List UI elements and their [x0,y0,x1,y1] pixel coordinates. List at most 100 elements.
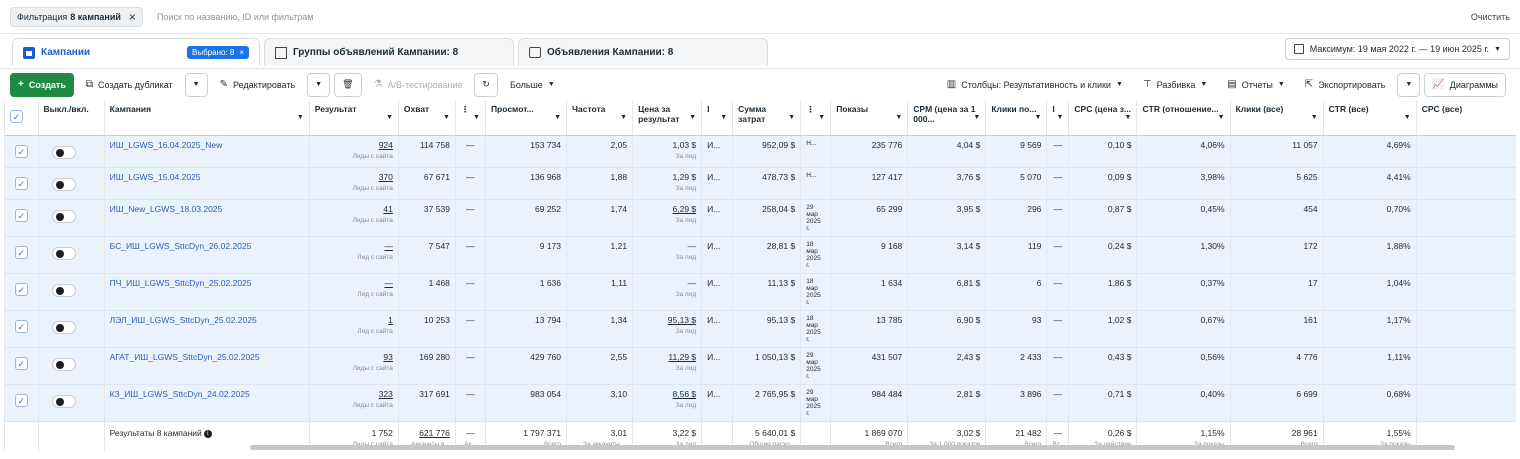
campaign-toggle[interactable] [51,395,76,409]
col-clicks[interactable]: Клики по... ▼ [985,101,1048,136]
col-spend-label: Сумма затрат [738,104,767,124]
campaign-name-link[interactable]: ИШ_New_LGWS_18.03.2025 [110,204,223,214]
ab-test-button[interactable]: ⚗ A/B-тестирование [365,72,471,97]
col-reach[interactable]: Охват ▼ [398,101,456,136]
selected-badge[interactable]: Выбрано: 8 × [187,46,249,59]
table-row[interactable]: ✓ ЛЭЛ_ИШ_LGWS_SttcDyn_25.02.2025 1 Лид с … [5,310,1516,348]
campaign-toggle[interactable] [51,358,76,372]
result-value[interactable]: 924 [379,140,393,150]
result-value[interactable]: 370 [379,172,393,182]
breakdown-button[interactable]: ⊤ Разбивка ▼ [1134,72,1216,97]
result-value[interactable]: 1 [388,315,393,325]
table-row[interactable]: ✓ ИШ_LGWS_15.04.2025 370 Лиды с сайта 67 … [5,167,1516,200]
edit-dropdown[interactable]: ▼ [307,72,331,97]
cpc-cell: 0,10 $ [1068,135,1138,168]
table-row[interactable]: ✓ КЗ_ИШ_LGWS_SttcDyn_24.02.2025 323 Лиды … [5,384,1516,422]
col-cpc-all[interactable]: CPC (все) [1416,101,1516,136]
campaign-name-link[interactable]: ЛЭЛ_ИШ_LGWS_SttcDyn_25.02.2025 [110,315,257,325]
row-checkbox[interactable]: ✓ [14,144,28,158]
summary-value[interactable]: 621 776 [419,428,450,438]
result-value[interactable]: 41 [383,204,392,214]
cpr-subtext: За лид [675,217,697,225]
close-icon[interactable]: × [239,48,244,57]
col-cpc[interactable]: CPC (цена з... ▼ [1068,101,1138,136]
col-toggle[interactable]: Выкл./вкл. [38,101,105,136]
tab-adsets[interactable]: Группы объявлений Кампании: 8 [264,38,514,66]
table-row[interactable]: ✓ БС_ИШ_LGWS_SttcDyn_26.02.2025 — Лид с с… [5,236,1516,274]
col-frequency[interactable]: Частота ▼ [566,101,634,136]
campaign-toggle[interactable] [51,210,76,224]
result-cell: 323 Лиды с сайта [309,384,399,422]
campaign-name-link[interactable]: БС_ИШ_LGWS_SttcDyn_26.02.2025 [110,241,252,251]
collapsed-cell: И... [701,384,734,422]
campaign-toggle[interactable] [51,177,76,191]
close-icon[interactable]: × [129,10,136,24]
result-value[interactable]: — [384,278,393,288]
filter-chip[interactable]: Фильтрация 8 кампаний × [10,6,143,27]
refresh-button[interactable]: ↻ [474,72,498,97]
row-checkbox[interactable]: ✓ [14,320,28,334]
edit-button[interactable]: ✎ Редактировать [211,72,304,97]
export-dropdown[interactable]: ▼ [1397,72,1421,97]
table-row[interactable]: ✓ ИШ_LGWS_16.04.2025_New 924 Лиды с сайта… [5,135,1516,168]
campaign-toggle[interactable] [51,247,76,261]
duplicate-button[interactable]: ⧉ Создать дубликат [77,72,181,97]
col-collapsed-2[interactable]: I ▼ [701,101,734,136]
table-row[interactable]: ✓ АГАТ_ИШ_LGWS_SttcDyn_25.02.2025 93 Лиды… [5,347,1516,385]
tab-ads[interactable]: Объявления Кампании: 8 [518,38,768,66]
tab-campaigns[interactable]: Кампании Выбрано: 8 × [12,38,260,66]
result-value[interactable]: — [384,241,393,251]
filter-chip-prefix: Фильтрация [17,11,68,22]
col-spend[interactable]: Сумма затрат ▼ [732,101,802,136]
table-row[interactable]: ✓ ПЧ_ИШ_LGWS_SttcDyn_25.02.2025 — Лид с с… [5,273,1516,311]
ctr-cell: 0,37% [1136,273,1231,311]
row-checkbox[interactable]: ✓ [14,209,28,223]
clear-filters-button[interactable]: Очистить [1471,12,1510,22]
collapsed-cell: — [455,310,486,348]
info-icon[interactable]: i [203,430,212,439]
duplicate-dropdown[interactable]: ▼ [184,72,208,97]
campaign-toggle[interactable] [51,321,76,335]
row-checkbox[interactable]: ✓ [14,394,28,408]
row-checkbox[interactable]: ✓ [14,246,28,260]
campaign-toggle[interactable] [51,284,76,298]
col-views[interactable]: Просмот... ▼ [485,101,568,136]
table-row[interactable]: ✓ ИШ_New_LGWS_18.03.2025 41 Лиды с сайта … [5,199,1516,237]
campaign-name-link[interactable]: ПЧ_ИШ_LGWS_SttcDyn_25.02.2025 [110,278,252,288]
select-all-checkbox[interactable]: ✓ [10,110,23,123]
col-impressions[interactable]: Показы ▼ [830,101,909,136]
col-cost-per-result[interactable]: Цена за результат ▼ [632,101,703,136]
delete-button[interactable]: 🗑 [334,72,362,97]
date-range-picker[interactable]: Максимум: 19 мая 2022 г. — 19 июн 2025 г… [1284,38,1510,60]
campaign-name-link[interactable]: АГАТ_ИШ_LGWS_SttcDyn_25.02.2025 [110,352,260,362]
campaign-name-link[interactable]: ИШ_LGWS_16.04.2025_New [110,140,223,150]
end-date-cell: 18 мар 2025 г. [800,236,832,274]
row-checkbox[interactable]: ✓ [14,283,28,297]
result-value[interactable]: 93 [383,352,392,362]
col-campaign[interactable]: Кампания ▼ [104,101,310,136]
result-value[interactable]: 323 [379,389,393,399]
search-input[interactable] [156,11,557,22]
more-button[interactable]: Больше ▼ [501,72,563,97]
col-cpm[interactable]: CPM (цена за 1 000... ▼ [907,101,987,136]
col-collapsed-4[interactable]: I ▼ [1046,101,1070,136]
chevron-down-icon: ▼ [1277,81,1285,88]
campaign-name-link[interactable]: КЗ_ИШ_LGWS_SttcDyn_24.02.2025 [110,389,250,399]
columns-button[interactable]: ▥ Столбцы: Результативность и клики ▼ [938,72,1131,97]
charts-button[interactable]: 📈 Диаграммы [1424,72,1506,97]
col-result[interactable]: Результат ▼ [309,101,399,136]
reports-button[interactable]: ▤ Отчеты ▼ [1219,72,1293,97]
row-checkbox[interactable]: ✓ [14,176,28,190]
export-button[interactable]: ⇱ Экспортировать [1296,72,1394,97]
col-ctr[interactable]: CTR (отношение... ▼ [1136,101,1231,136]
campaign-toggle[interactable] [51,145,76,159]
clicks-all-cell: 172 [1230,236,1324,274]
create-button[interactable]: + Создать [10,72,74,97]
campaign-name-link[interactable]: ИШ_LGWS_15.04.2025 [110,172,201,182]
col-clicks-all[interactable]: Клики (все) ▼ [1230,101,1324,136]
horizontal-scrollbar[interactable] [250,445,1455,450]
col-ctr-all[interactable]: CTR (все) ▼ [1323,101,1417,136]
col-collapsed-3[interactable]: ⋮ ▼ [800,101,832,136]
row-checkbox[interactable]: ✓ [14,357,28,371]
col-collapsed-1[interactable]: ⋮ ▼ [455,101,486,136]
